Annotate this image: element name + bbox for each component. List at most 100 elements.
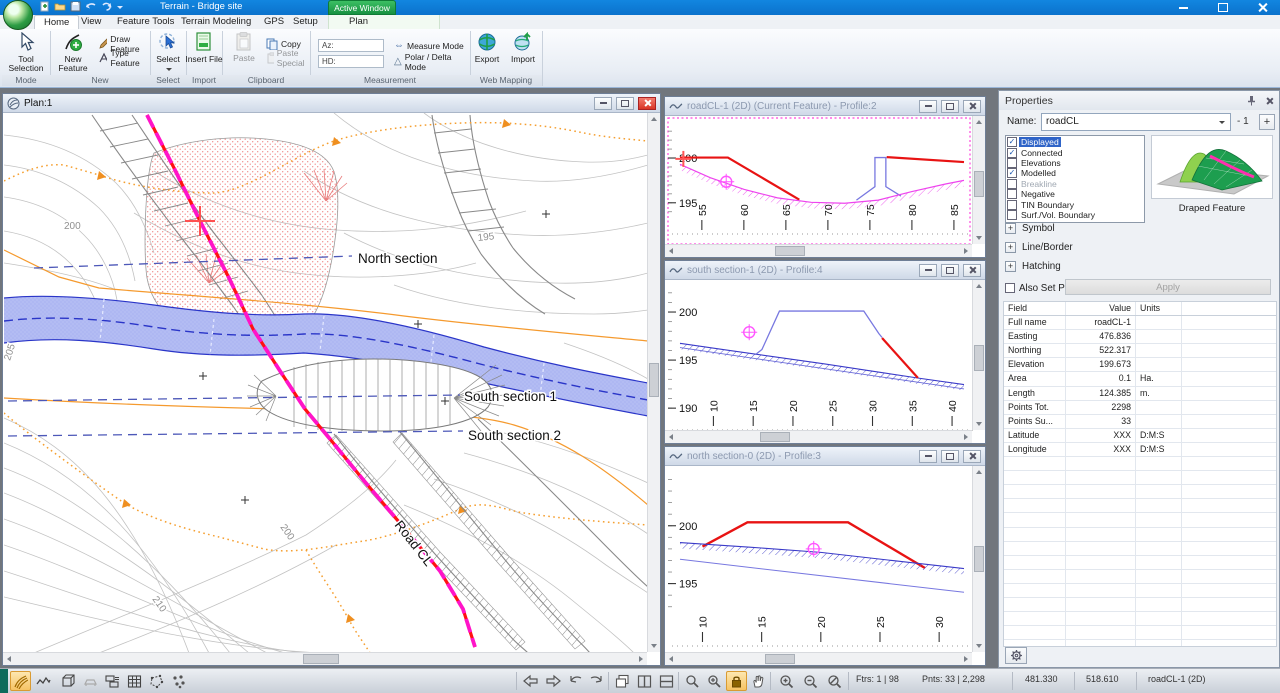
profile-vertical-scrollbar[interactable] [972, 116, 985, 244]
view-3d-toggle[interactable] [58, 671, 79, 691]
zoom-in-button[interactable] [776, 671, 797, 691]
flag-label[interactable]: Displayed [1019, 137, 1061, 147]
zoom-region-button[interactable] [704, 671, 725, 691]
open-file-icon[interactable] [54, 1, 66, 12]
azimuth-field[interactable]: Az: [318, 39, 384, 52]
scroll-thumb[interactable] [974, 171, 984, 197]
drive-through-toggle[interactable] [80, 671, 101, 691]
flag-label[interactable]: Elevations [1019, 158, 1063, 168]
profile-horizontal-scrollbar[interactable] [665, 430, 972, 443]
flag-label[interactable]: TIN Boundary [1019, 200, 1076, 210]
profile-window-titlebar[interactable]: south section-1 (2D) - Profile:4 [665, 261, 985, 280]
panel-close-icon[interactable] [1265, 97, 1273, 105]
zoom-lock-button[interactable] [726, 671, 747, 691]
app-logo-icon[interactable] [3, 0, 33, 30]
scroll-up-icon[interactable] [976, 284, 982, 288]
south-section-2-line[interactable] [8, 431, 463, 436]
profile-window-titlebar[interactable]: roadCL-1 (2D) (Current Feature) - Profil… [665, 97, 985, 116]
profile-plot-roadcl[interactable]: 20019555606570758085 [666, 116, 973, 246]
expand-icon[interactable]: + [1005, 242, 1016, 253]
profile-restore-button[interactable] [941, 264, 959, 277]
profile-horizontal-scrollbar[interactable] [665, 244, 972, 257]
feature-name-combobox[interactable]: roadCL [1041, 113, 1231, 131]
profile-vertical-scrollbar[interactable] [972, 466, 985, 652]
horizontal-distance-input[interactable] [336, 56, 380, 67]
scroll-down-icon[interactable] [976, 644, 982, 648]
redo-icon[interactable] [101, 1, 112, 12]
point-cloud-toggle[interactable] [168, 671, 189, 691]
polar-delta-mode-button[interactable]: △ Polar / Delta Mode [394, 55, 470, 68]
paste-button[interactable]: Paste [222, 32, 266, 75]
type-feature-button[interactable]: Type Feature [98, 51, 150, 64]
settings-button[interactable] [1005, 647, 1027, 664]
flag-label[interactable]: Connected [1019, 148, 1065, 158]
web-import-button[interactable]: Import [504, 32, 542, 75]
scroll-right-icon[interactable] [964, 248, 968, 254]
scroll-thumb[interactable] [974, 546, 984, 572]
scroll-right-icon[interactable] [964, 434, 968, 440]
scroll-down-icon[interactable] [651, 644, 657, 648]
zoom-off-button[interactable] [824, 671, 845, 691]
plan-close-button[interactable] [638, 97, 656, 110]
nav-first-button[interactable] [564, 671, 585, 691]
zoom-tool-button[interactable] [682, 671, 703, 691]
plan-restore-button[interactable] [616, 97, 634, 110]
app-maximize-button[interactable] [1210, 0, 1236, 14]
profile-horizontal-scrollbar[interactable] [665, 652, 972, 665]
expander-line-border[interactable]: + Line/Border [1005, 240, 1271, 255]
profile-vertical-scrollbar[interactable] [972, 280, 985, 430]
add-feature-button[interactable]: + [1259, 114, 1275, 130]
expand-icon[interactable]: + [1005, 261, 1016, 272]
save-icon[interactable] [70, 1, 81, 12]
scroll-up-icon[interactable] [651, 117, 657, 121]
flag-checkbox[interactable] [1007, 179, 1017, 189]
flag-label[interactable]: Negative [1019, 189, 1057, 199]
azimuth-input[interactable] [334, 40, 378, 51]
flag-label[interactable]: Breakline [1019, 179, 1059, 189]
apply-button[interactable]: Apply [1065, 279, 1271, 295]
new-feature-button[interactable]: New Feature [51, 32, 95, 75]
scroll-thumb[interactable] [760, 432, 790, 442]
nav-next-button[interactable] [542, 671, 563, 691]
scroll-left-icon[interactable] [7, 656, 11, 662]
scroll-right-icon[interactable] [964, 656, 968, 662]
pin-icon[interactable] [1246, 95, 1257, 106]
scroll-thumb[interactable] [974, 345, 984, 371]
tab-plan[interactable]: Plan [340, 15, 377, 29]
nav-last-button[interactable] [586, 671, 607, 691]
profile-plot-south-section[interactable]: 20019519010152025303540 [666, 280, 973, 432]
contour-display-toggle[interactable] [10, 671, 31, 691]
expander-symbol[interactable]: + Symbol [1005, 221, 1271, 236]
flag-checkbox[interactable] [1007, 210, 1017, 220]
scroll-up-icon[interactable] [976, 120, 982, 124]
plan-window-titlebar[interactable]: Plan:1 [3, 94, 660, 113]
flag-checkbox[interactable]: ✓ [1007, 148, 1017, 158]
scroll-thumb[interactable] [775, 246, 805, 256]
profile-restore-button[interactable] [941, 100, 959, 113]
tile-horizontal-button[interactable] [656, 671, 677, 691]
profile-minimize-button[interactable] [919, 264, 937, 277]
tab-setup[interactable]: Setup [284, 15, 327, 29]
app-close-button[interactable] [1250, 0, 1276, 14]
polygon-select-toggle[interactable] [146, 671, 167, 691]
scroll-left-icon[interactable] [669, 434, 673, 440]
also-set-profile-checkbox[interactable] [1005, 283, 1015, 293]
scroll-right-icon[interactable] [639, 656, 643, 662]
scroll-left-icon[interactable] [669, 656, 673, 662]
multi-view-toggle[interactable] [102, 671, 123, 691]
undo-icon[interactable] [85, 1, 97, 12]
pan-tool-button[interactable] [748, 671, 769, 691]
cascade-windows-button[interactable] [612, 671, 633, 691]
tile-vertical-button[interactable] [634, 671, 655, 691]
table-view-toggle[interactable] [124, 671, 145, 691]
plan-map-canvas[interactable]: 200 195 205 200 210 North section South … [4, 113, 648, 653]
scroll-down-icon[interactable] [976, 236, 982, 240]
tab-terrain-modeling[interactable]: Terrain Modeling [172, 15, 260, 29]
flag-checkbox[interactable] [1007, 158, 1017, 168]
tool-selection-button[interactable]: Tool Selection [4, 32, 48, 75]
new-file-icon[interactable] [40, 1, 50, 12]
flag-label[interactable]: Modelled [1019, 168, 1058, 178]
scroll-thumb[interactable] [649, 363, 659, 397]
profile-window-titlebar[interactable]: north section-0 (2D) - Profile:3 [665, 447, 985, 466]
profile-close-button[interactable] [963, 450, 981, 463]
